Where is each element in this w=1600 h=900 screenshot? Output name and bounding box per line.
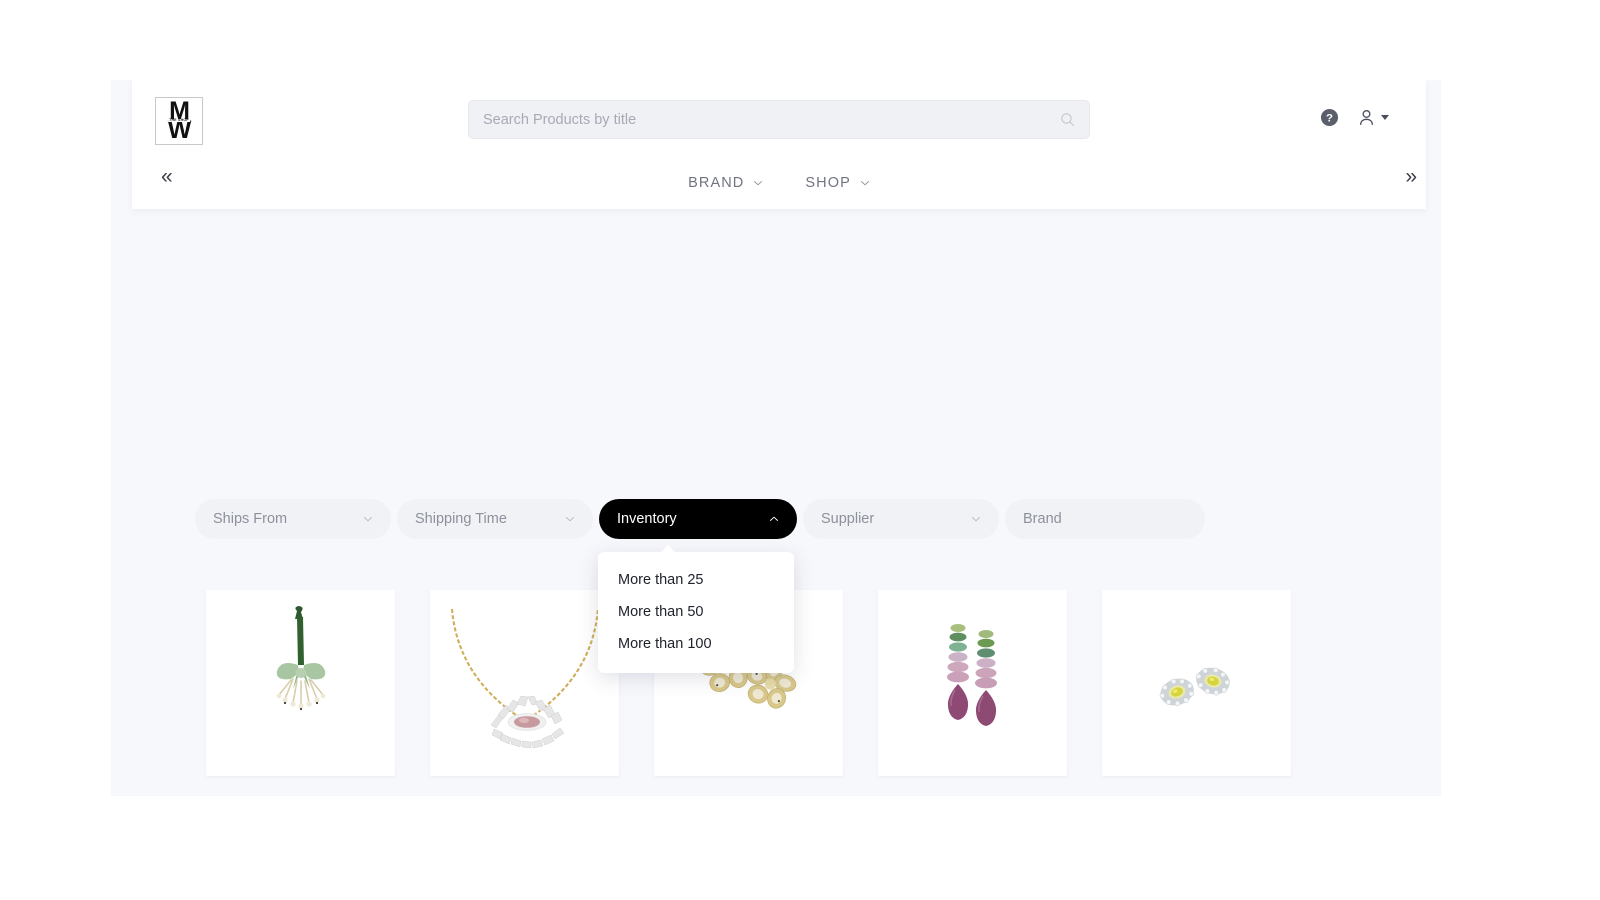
chevron-down-icon — [754, 180, 763, 185]
chevron-down-icon — [1381, 115, 1389, 120]
help-icon: ? — [1320, 108, 1339, 127]
dropdown-option-more-than-100[interactable]: More than 100 — [598, 628, 794, 660]
filter-shipping-time[interactable]: Shipping Time — [397, 499, 593, 539]
help-button[interactable]: ? — [1320, 108, 1339, 127]
account-menu[interactable] — [1357, 108, 1389, 127]
nav-item-shop-label: SHOP — [805, 174, 851, 191]
brand-logo[interactable]: M W THE SHOP — [155, 97, 203, 145]
chevron-down-icon — [972, 517, 980, 522]
chevron-down-icon — [566, 517, 574, 522]
ribbon-bow-crystal-ornament-pendant-image — [276, 606, 325, 711]
dropdown-option-more-than-50[interactable]: More than 50 — [598, 596, 794, 628]
app-viewport: M W THE SHOP ? — [111, 80, 1441, 796]
chevron-down-icon — [364, 517, 372, 522]
filter-bar: Ships From Shipping Time Inventory Suppl… — [195, 499, 1205, 539]
nav-item-brand[interactable]: BRAND — [688, 175, 763, 191]
brand-logo-mark: M W THE SHOP — [162, 98, 196, 144]
chevron-up-icon — [770, 516, 778, 521]
search-bar[interactable] — [468, 100, 1090, 139]
filter-brand[interactable]: Brand — [1005, 499, 1205, 539]
logo-letter-w: W — [167, 116, 192, 144]
green-pink-gemstone-drop-earrings-image — [946, 624, 997, 726]
product-card[interactable] — [206, 590, 395, 776]
filter-ships-from-label: Ships From — [213, 511, 288, 527]
logo-subtext: THE SHOP — [168, 118, 190, 122]
nav-item-shop[interactable]: SHOP — [805, 175, 870, 191]
yellow-stone-halo-stud-earrings-image — [1159, 667, 1230, 707]
filter-shipping-time-label: Shipping Time — [415, 511, 507, 527]
filter-ships-from[interactable]: Ships From — [195, 499, 391, 539]
search-icon — [1061, 113, 1075, 127]
filter-supplier-label: Supplier — [821, 511, 875, 527]
nav-item-brand-label: BRAND — [688, 174, 745, 191]
primary-nav: BRAND SHOP — [132, 156, 1426, 209]
dropdown-option-more-than-25[interactable]: More than 25 — [598, 564, 794, 596]
inventory-dropdown-menu: More than 25 More than 50 More than 100 — [598, 545, 794, 673]
product-card[interactable] — [430, 590, 619, 776]
chevron-down-icon — [860, 180, 869, 185]
filter-brand-label: Brand — [1023, 511, 1062, 527]
product-card[interactable] — [878, 590, 1067, 776]
site-header: M W THE SHOP ? — [132, 80, 1426, 209]
scroll-left-button[interactable]: « — [161, 166, 173, 187]
account-icon — [1360, 109, 1373, 126]
gold-chain-pink-stone-fan-necklace-image — [450, 608, 599, 748]
svg-text:?: ? — [1326, 113, 1333, 125]
scroll-right-button[interactable]: » — [1405, 166, 1417, 187]
header-actions: ? — [1320, 108, 1389, 127]
filter-inventory-label: Inventory — [617, 511, 677, 527]
filter-supplier[interactable]: Supplier — [803, 499, 999, 539]
product-card[interactable] — [1102, 590, 1291, 776]
search-input[interactable] — [483, 111, 1060, 128]
filter-inventory[interactable]: Inventory — [599, 499, 797, 539]
